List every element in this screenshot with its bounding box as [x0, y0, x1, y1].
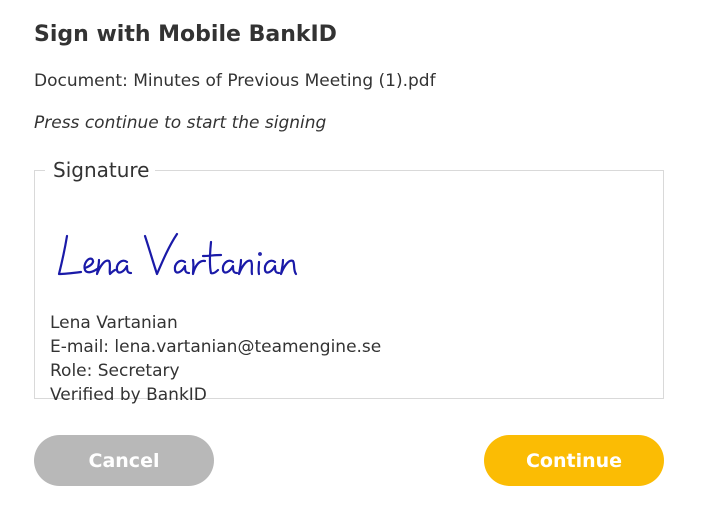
signature-panel: Signature Lena Vartanian E-mail: lena.va… — [34, 158, 664, 405]
signer-email: E-mail: lena.vartanian@teamengine.se — [50, 337, 382, 357]
signer-name: Lena Vartanian — [50, 313, 178, 333]
document-name: Document: Minutes of Previous Meeting (1… — [34, 71, 436, 91]
verification-method: Verified by BankID — [50, 385, 207, 405]
dialog-title: Sign with Mobile BankID — [34, 22, 337, 47]
cancel-button[interactable]: Cancel — [34, 435, 214, 486]
signing-instruction: Press continue to start the signing — [34, 113, 327, 133]
signer-role: Role: Secretary — [50, 361, 180, 381]
handwritten-signature-image — [57, 232, 298, 276]
signer-details: Lena Vartanian E-mail: lena.vartanian@te… — [50, 311, 381, 407]
signature-legend: Signature — [53, 158, 150, 182]
continue-button[interactable]: Continue — [484, 435, 664, 486]
